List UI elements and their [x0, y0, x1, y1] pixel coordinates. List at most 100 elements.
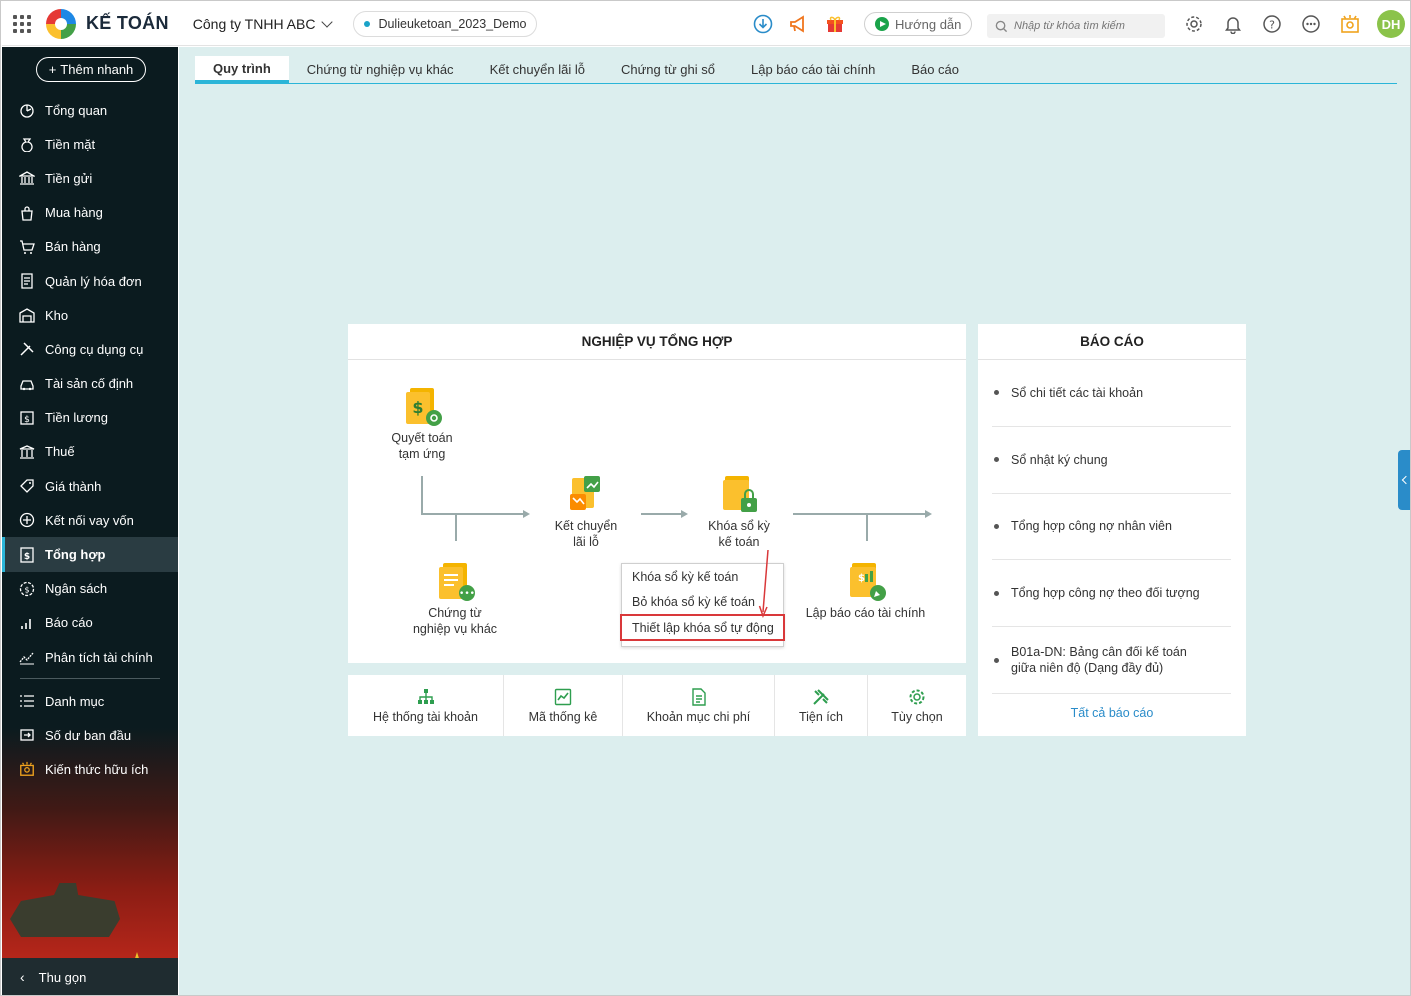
sidebar-item-invoice[interactable]: Quản lý hóa đơn: [2, 264, 178, 298]
report-label: Tổng hợp công nợ nhân viên: [1011, 519, 1172, 534]
sidebar-item-tax[interactable]: Thuế: [2, 435, 178, 469]
company-selector[interactable]: Công ty TNHH ABC: [193, 15, 334, 32]
bell-icon[interactable]: [1221, 12, 1245, 36]
header-right-icons: ? DH: [1182, 2, 1405, 46]
sidebar-item-label: Ngân sách: [45, 581, 108, 597]
sidebar-item-cart[interactable]: Bán hàng: [2, 230, 178, 264]
download-icon[interactable]: [752, 13, 774, 35]
tab-bar: Quy trình Chứng từ nghiệp vụ khác Kết chuy…: [195, 56, 1397, 84]
flow-line: [455, 513, 457, 541]
gear-icon[interactable]: [1182, 12, 1206, 36]
chart-of-accounts-button[interactable]: Hệ thống tài khoản: [348, 675, 504, 736]
report-item[interactable]: Sổ chi tiết các tài khoản: [992, 360, 1231, 427]
flow-arrow: [925, 510, 932, 518]
sidebar-item-dashboard[interactable]: Tổng quan: [2, 93, 178, 127]
sidebar-item-label: Tổng hợp: [45, 547, 106, 563]
sidebar-item-price-tag[interactable]: Giá thành: [2, 469, 178, 503]
expense-doc-icon: [691, 687, 706, 706]
report-label: Sổ nhật ký chung: [1011, 452, 1108, 467]
reports-panel: BÁO CÁO Sổ chi tiết các tài khoản Sổ nhật…: [978, 324, 1246, 736]
sidebar-item-label: Tài sản cố định: [45, 376, 134, 392]
toolbar-label: Tùy chọn: [891, 709, 943, 724]
sidebar-item-tools[interactable]: Công cụ dụng cụ: [2, 332, 178, 366]
sidebar-item-opening-balance[interactable]: Số dư ban đầu: [2, 718, 178, 752]
expense-item-button[interactable]: Khoản mục chi phí: [623, 675, 775, 736]
toolbar-label: Hệ thống tài khoản: [373, 709, 478, 724]
sidebar-item-budget[interactable]: $ Ngân sách: [2, 572, 178, 606]
budget-icon: $: [19, 581, 35, 597]
sidebar-item-salary[interactable]: $ Tiền lương: [2, 401, 178, 435]
more-icon[interactable]: [1299, 12, 1323, 36]
sidebar-item-shopping-bag[interactable]: Mua hàng: [2, 196, 178, 230]
search-icon: [995, 20, 1008, 32]
report-list: Sổ chi tiết các tài khoản Sổ nhật ký chun…: [978, 360, 1246, 694]
sidebar-item-bank[interactable]: Tiền gửi: [2, 161, 178, 195]
chevron-down-icon: [321, 15, 334, 28]
sidebar-item-label: Thuế: [45, 444, 75, 460]
database-selector[interactable]: Dulieuketoan_2023_Demo: [353, 10, 538, 37]
sidebar-item-loan[interactable]: Kết nối vay vốn: [2, 503, 178, 537]
sidebar-item-label: Quản lý hóa đơn: [45, 273, 142, 289]
sidebar-item-label: Phân tích tài chính: [45, 649, 153, 665]
report-label: Sổ chi tiết các tài khoản: [1011, 385, 1144, 400]
header-actions: Hướng dẫn: [752, 2, 973, 46]
avatar[interactable]: DH: [1377, 10, 1405, 38]
report-item[interactable]: Tổng hợp công nợ theo đối tượng: [992, 560, 1231, 628]
chevron-left-icon: ‹: [20, 969, 25, 985]
tab-0[interactable]: Quy trình: [195, 56, 289, 83]
search-input[interactable]: [1014, 20, 1154, 32]
node-profit-loss-transfer[interactable]: Kết chuyển lãi lỗ: [551, 474, 621, 550]
node-advance-settlement[interactable]: $ Quyết toán tạm ứng: [386, 386, 458, 462]
tab-3[interactable]: Chứng từ ghi sổ: [603, 56, 733, 83]
sidebar-item-warehouse[interactable]: Kho: [2, 298, 178, 332]
statistic-code-button[interactable]: Mã thống kê: [504, 675, 623, 736]
flow-line: [421, 513, 524, 515]
collapse-button[interactable]: ‹ Thu gọn: [2, 958, 178, 995]
sidebar-item-label: Tiền gửi: [45, 170, 93, 186]
app-grid-icon[interactable]: [12, 14, 32, 34]
node-financial-report[interactable]: $ Lập báo cáo tài chính: [803, 561, 928, 621]
menu-item-auto-lock-settings[interactable]: Thiết lập khóa sổ tự động: [620, 614, 785, 641]
utilities-button[interactable]: Tiện ích: [775, 675, 868, 736]
help-icon[interactable]: ?: [1260, 12, 1284, 36]
sidebar-item-knowledge[interactable]: Kiến thức hữu ích: [2, 752, 178, 786]
sidebar-item-summary[interactable]: $ Tổng hợp: [2, 537, 178, 572]
report-item[interactable]: Tổng hợp công nợ nhân viên: [992, 494, 1231, 561]
sidebar-item-label: Báo cáo: [45, 615, 93, 631]
report-item[interactable]: B01a-DN: Bảng cân đối kế toán giữa niên …: [992, 627, 1231, 694]
sidebar-item-analytics[interactable]: Phân tích tài chính: [2, 640, 178, 674]
report-item[interactable]: Sổ nhật ký chung: [992, 427, 1231, 494]
sidebar-divider: [20, 678, 160, 680]
options-button[interactable]: Tùy chọn: [868, 675, 966, 736]
sidebar-item-bar-chart[interactable]: Báo cáo: [2, 606, 178, 640]
quick-add-button[interactable]: + Thêm nhanh: [36, 57, 146, 82]
sidebar-item-money-bag[interactable]: Tiền mặt: [2, 127, 178, 161]
sidebar-item-car[interactable]: Tài sản cố định: [2, 367, 178, 401]
gift-icon[interactable]: [824, 13, 846, 35]
sidebar-item-label: Công cụ dụng cụ: [45, 341, 144, 357]
side-panel-toggle[interactable]: [1398, 450, 1410, 510]
megaphone-icon[interactable]: [788, 13, 810, 35]
tab-1[interactable]: Chứng từ nghiệp vụ khác: [289, 56, 472, 83]
tab-2[interactable]: Kết chuyển lãi lỗ: [472, 56, 603, 83]
node-lock-period[interactable]: Khóa sổ kỳ kế toán: [704, 474, 774, 550]
knowledge-icon[interactable]: [1338, 12, 1362, 36]
guide-button[interactable]: Hướng dẫn: [864, 12, 973, 36]
bullet-icon: [994, 457, 999, 463]
search-box[interactable]: [987, 14, 1165, 38]
sidebar-item-list[interactable]: Danh mục: [2, 684, 178, 718]
annotation-arrow: [758, 550, 769, 618]
car-icon: [19, 376, 35, 392]
node-label: Kết chuyển lãi lỗ: [554, 519, 618, 549]
sidebar-item-label: Kết nối vay vốn: [45, 512, 134, 528]
tab-5[interactable]: Báo cáo: [893, 56, 977, 83]
node-other-vouchers[interactable]: ••• Chứng từ nghiệp vụ khác: [410, 561, 500, 637]
cart-icon: [19, 239, 35, 255]
toolbar-label: Tiện ích: [798, 709, 843, 724]
sidebar-item-label: Số dư ban đầu: [45, 727, 132, 743]
tab-4[interactable]: Lập báo cáo tài chính: [733, 56, 893, 83]
all-reports-link[interactable]: Tất cả báo cáo: [978, 694, 1246, 732]
node-label: Quyết toán tạm ứng: [391, 431, 453, 461]
shopping-bag-icon: [19, 205, 35, 221]
node-label: Khóa sổ kỳ kế toán: [708, 519, 770, 549]
